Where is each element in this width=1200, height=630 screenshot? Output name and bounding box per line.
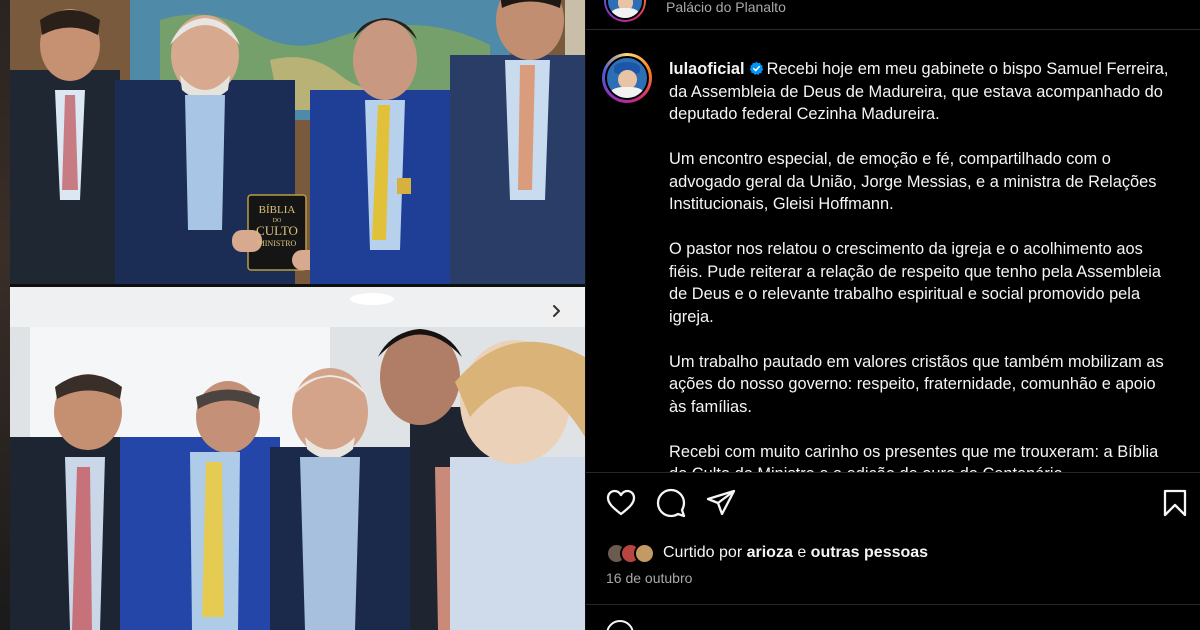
caption-area[interactable]: lulaoficial Recebi hoje em meu gabinete … <box>586 31 1200 472</box>
bookmark-icon <box>1163 489 1187 517</box>
next-photo-button[interactable] <box>541 296 571 326</box>
share-button[interactable] <box>704 486 738 520</box>
chevron-right-icon <box>553 305 560 317</box>
liked-by-text: Curtido por arioza e outras pessoas <box>663 544 928 562</box>
post-panel: Palácio do Planalto lulaoficial Recebi h… <box>586 0 1200 630</box>
divider <box>586 472 1200 473</box>
caption-paragraph-5: Recebi com muito carinho os presentes qu… <box>669 442 1159 473</box>
divider <box>586 604 1200 605</box>
book-title-line-1: BÍBLIA <box>259 204 296 216</box>
caption-paragraph-3: O pastor nos relatou o crescimento da ig… <box>669 240 1162 326</box>
save-button[interactable] <box>1158 486 1192 520</box>
liked-by-row[interactable]: Curtido por arioza e outras pessoas <box>606 540 928 566</box>
photo-bottom-illustration <box>10 287 585 630</box>
liked-by-prefix: Curtido por <box>663 544 743 561</box>
profile-avatar[interactable] <box>604 0 646 22</box>
post-header: Palácio do Planalto <box>586 0 1200 30</box>
post-media[interactable]: BÍBLIA DO CULTO MINISTRO <box>0 0 586 630</box>
avatar-image <box>606 0 644 20</box>
heart-icon <box>606 489 636 516</box>
emoji-icon[interactable] <box>606 620 634 630</box>
book-title-line-3: MINISTRO <box>258 239 297 248</box>
comment-icon <box>656 488 686 518</box>
like-button[interactable] <box>604 486 638 520</box>
username-link[interactable]: lulaoficial <box>669 60 745 78</box>
post-location[interactable]: Palácio do Planalto <box>666 0 786 14</box>
caption-paragraph-2: Um encontro especial, de emoção e fé, co… <box>669 150 1157 213</box>
liker-avatar <box>634 542 655 564</box>
post-photo-top: BÍBLIA DO CULTO MINISTRO <box>10 0 585 284</box>
post-caption: lulaoficial Recebi hoje em meu gabinete … <box>669 58 1174 472</box>
post-photo-bottom <box>10 287 585 630</box>
share-icon <box>706 489 736 516</box>
caption-avatar[interactable] <box>602 53 652 103</box>
book-title-line-2: CULTO <box>256 223 298 238</box>
liker-username[interactable]: arioza <box>747 544 793 561</box>
caption-paragraph-4: Um trabalho pautado em valores cristãos … <box>669 352 1164 416</box>
avatar-image <box>605 56 649 100</box>
post-date: 16 de outubro <box>606 570 693 586</box>
photo-top-illustration: BÍBLIA DO CULTO MINISTRO <box>10 0 585 284</box>
comment-button[interactable] <box>654 486 688 520</box>
post-actions <box>586 486 1200 526</box>
liked-by-others[interactable]: outras pessoas <box>811 544 928 561</box>
background-strip <box>0 0 10 630</box>
liked-by-connector: e <box>797 544 807 561</box>
verified-badge-icon <box>749 61 763 75</box>
